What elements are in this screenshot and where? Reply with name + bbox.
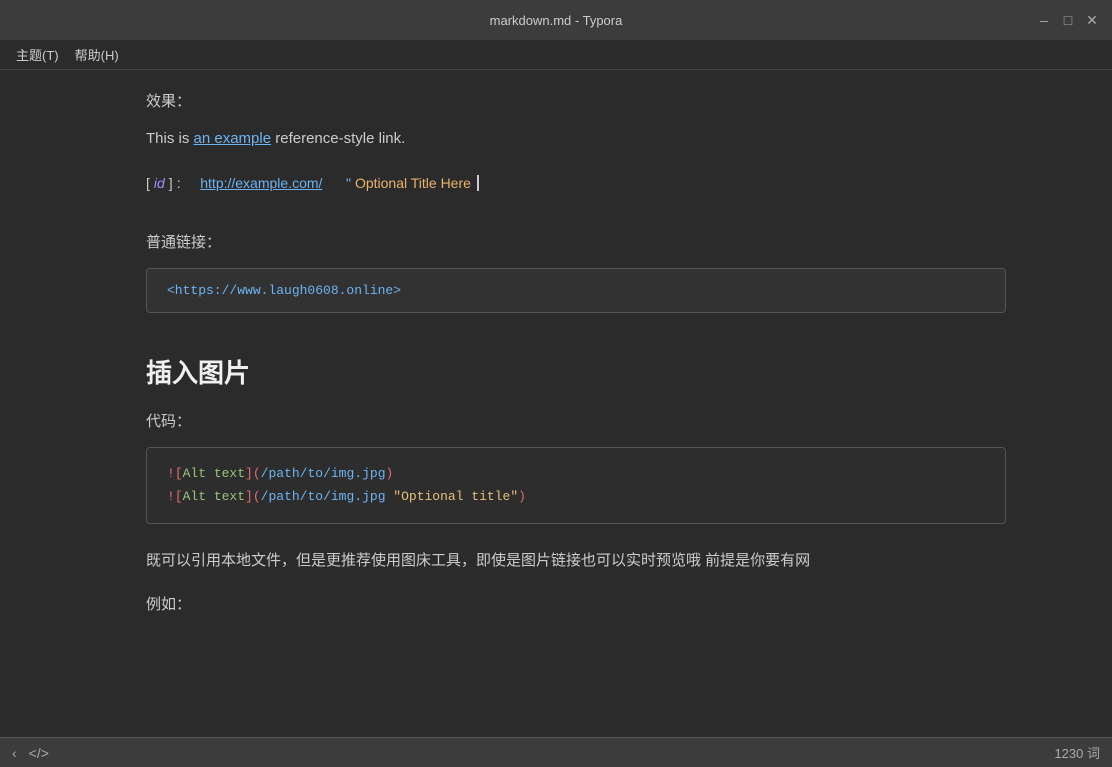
maximize-button[interactable]: □ xyxy=(1060,12,1076,28)
effect-label: 效果： xyxy=(146,90,966,111)
image-code-line2: ![Alt text](/path/to/img.jpg "Optional t… xyxy=(167,485,985,508)
example-label: 例如： xyxy=(146,593,966,614)
effect-prefix: This is xyxy=(146,130,194,147)
window-title: markdown.md - Typora xyxy=(490,13,623,28)
code-open-2: [ xyxy=(175,489,183,504)
normal-link-code-block: <https://www.laugh0608.online> xyxy=(146,268,1006,313)
minimize-button[interactable]: – xyxy=(1036,12,1052,28)
menu-theme[interactable]: 主题(T) xyxy=(8,41,67,68)
ref-close1: ] xyxy=(169,175,173,191)
insert-image-heading: 插入图片 xyxy=(146,353,966,390)
window-controls: – □ ✕ xyxy=(1036,12,1100,28)
doc-content: 效果： This is an example reference-style l… xyxy=(126,90,986,624)
effect-text: This is an example reference-style link. xyxy=(146,127,966,151)
code-label: 代码： xyxy=(146,410,966,431)
desc-text: 既可以引用本地文件，但是更推荐使用图床工具，即使是图片链接也可以实时预览哦 前提… xyxy=(146,548,966,574)
word-count: 1230 词 xyxy=(1054,743,1100,762)
ref-open1: [ xyxy=(146,175,150,191)
code-pclose-1: ) xyxy=(386,466,394,481)
nav-prev-icon[interactable]: ‹ xyxy=(12,745,17,761)
content-area: 效果： This is an example reference-style l… xyxy=(0,70,1112,737)
ref-colon: : xyxy=(177,175,181,191)
ref-quote: " xyxy=(346,175,351,191)
code-view-icon[interactable]: </> xyxy=(29,745,49,761)
menu-help[interactable]: 帮助(H) xyxy=(67,41,127,68)
status-bar: ‹ </> 1230 词 xyxy=(0,737,1112,767)
normal-link-label: 普通链接： xyxy=(146,231,966,252)
reference-line: [ id ] : http://example.com/ " Optional … xyxy=(146,175,966,191)
code-alt-1: Alt text xyxy=(183,466,245,481)
normal-link-url[interactable]: <https://www.laugh0608.online> xyxy=(167,283,401,298)
close-button[interactable]: ✕ xyxy=(1084,12,1100,28)
code-alt-2: Alt text xyxy=(183,489,245,504)
code-pclose-2: ) xyxy=(518,489,526,504)
ref-url[interactable]: http://example.com/ xyxy=(200,175,322,191)
code-string-2: "Optional title" xyxy=(386,489,519,504)
code-close-1: ] xyxy=(245,466,253,481)
code-path-1: /path/to/img.jpg xyxy=(261,466,386,481)
code-popen-2: ( xyxy=(253,489,261,504)
effect-suffix: reference-style link. xyxy=(271,130,405,147)
image-code-block: ![Alt text](/path/to/img.jpg) ![Alt text… xyxy=(146,447,1006,524)
status-left: ‹ </> xyxy=(12,745,49,761)
code-open-1: [ xyxy=(175,466,183,481)
code-path-2: /path/to/img.jpg xyxy=(261,489,386,504)
code-close-2: ] xyxy=(245,489,253,504)
menu-bar: 主题(T) 帮助(H) xyxy=(0,40,1112,70)
code-excl-2: ! xyxy=(167,489,175,504)
image-code-line1: ![Alt text](/path/to/img.jpg) xyxy=(167,462,985,485)
code-excl-1: ! xyxy=(167,466,175,481)
ref-id: id xyxy=(154,175,165,191)
code-popen-1: ( xyxy=(253,466,261,481)
effect-link[interactable]: an example xyxy=(194,130,272,147)
ref-title: Optional Title Here xyxy=(355,175,471,191)
text-cursor xyxy=(477,175,479,191)
title-bar: markdown.md - Typora – □ ✕ xyxy=(0,0,1112,40)
